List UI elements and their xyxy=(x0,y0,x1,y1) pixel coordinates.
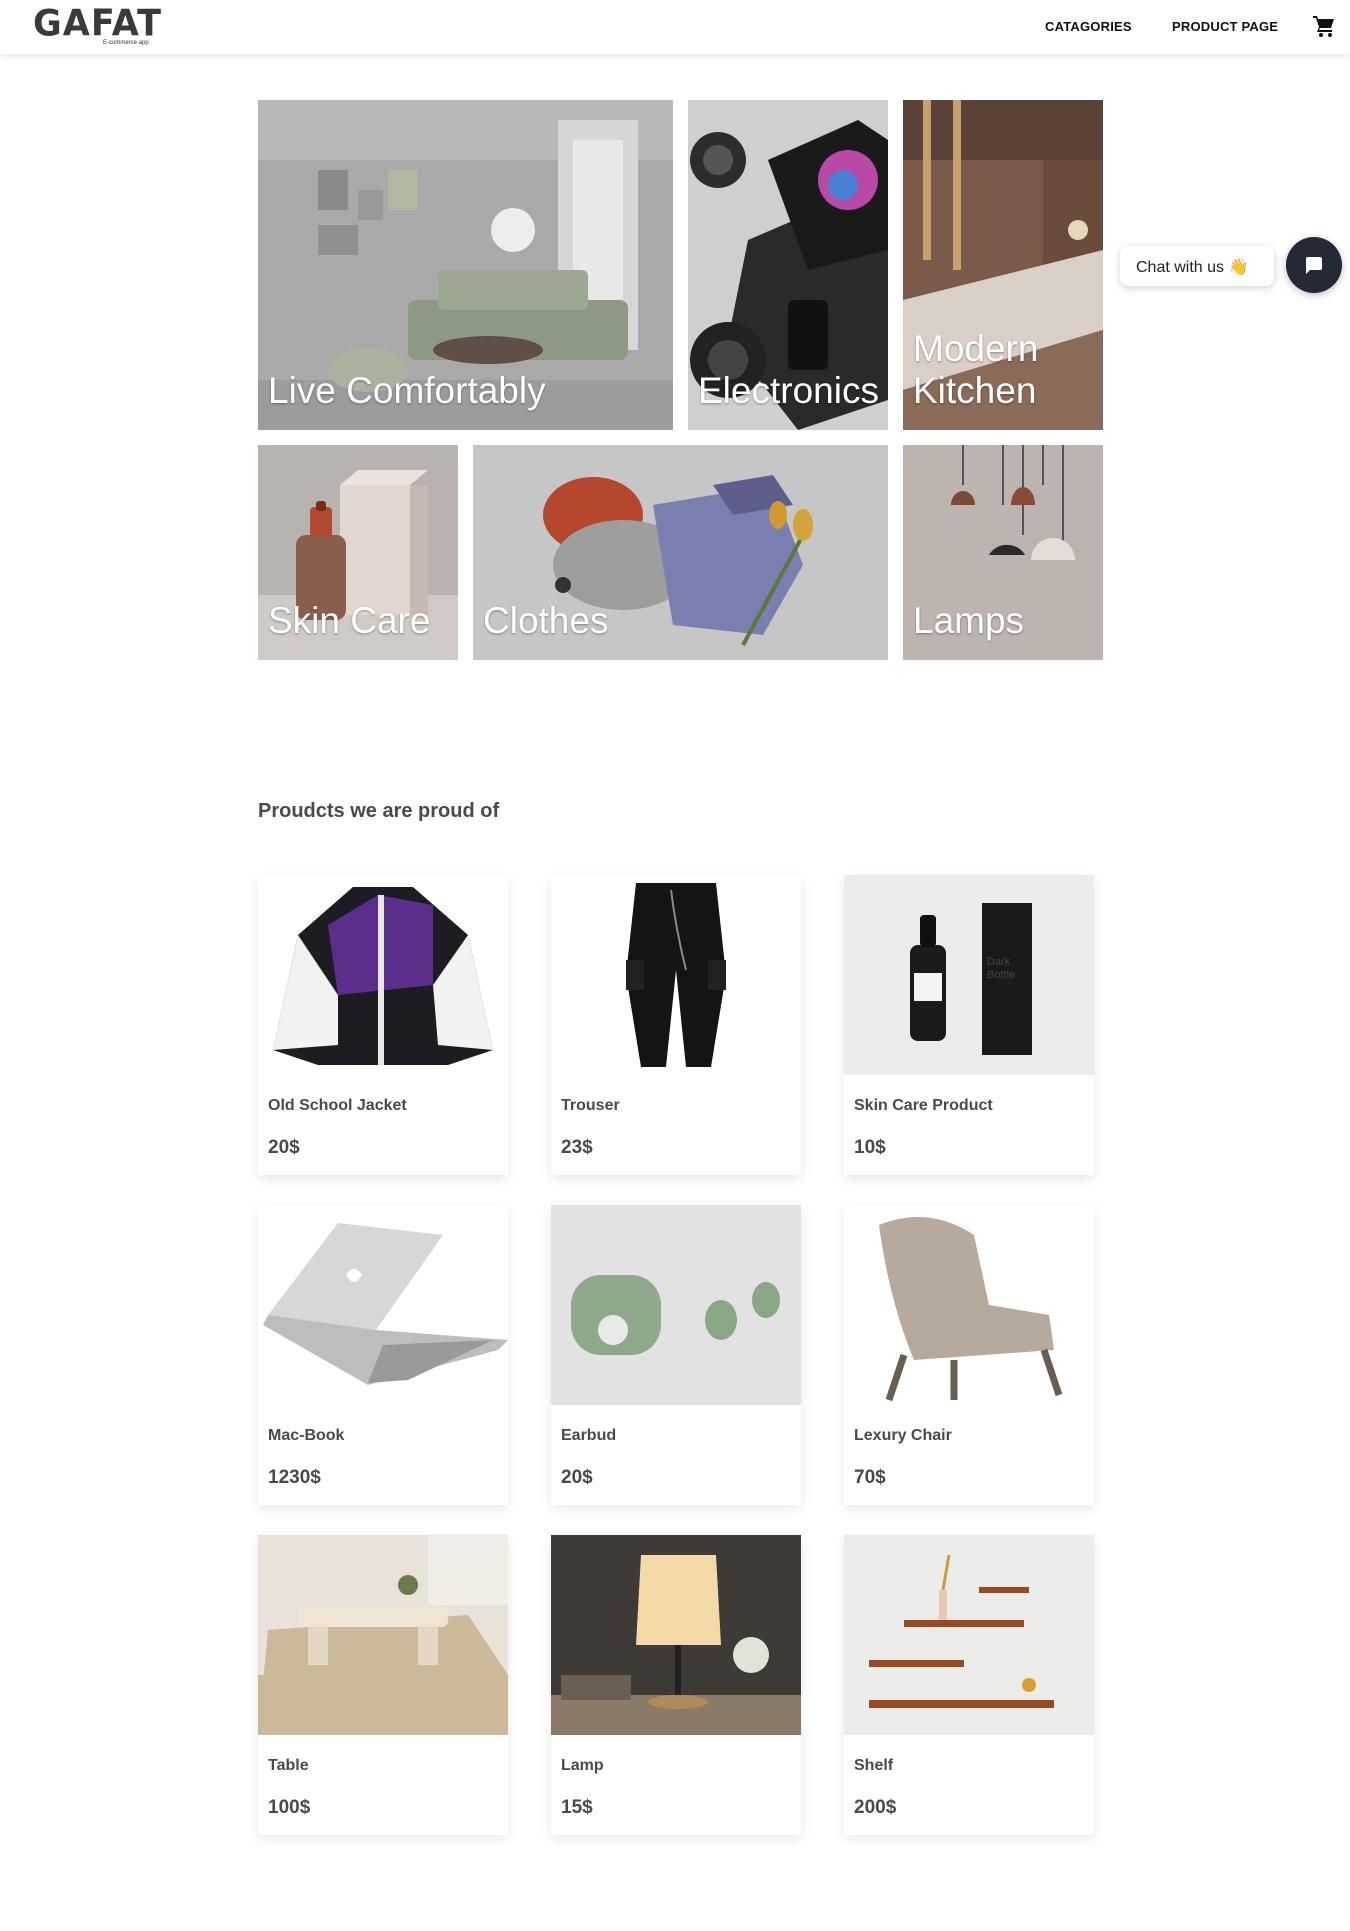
svg-text:Dark: Dark xyxy=(987,956,1011,968)
product-card[interactable]: Dark Bottle Skin Care Product 10$ xyxy=(844,875,1094,1175)
waving-hand-icon: 👋 xyxy=(1228,259,1249,276)
category-label: Lamps xyxy=(913,600,1025,641)
chat-button[interactable] xyxy=(1286,237,1342,293)
chat-label: Chat with us xyxy=(1136,259,1225,276)
category-label: Clothes xyxy=(483,600,609,641)
product-name: Lamp xyxy=(561,1757,604,1774)
product-card[interactable]: Lamp 15$ xyxy=(551,1535,801,1835)
category-label: Electronics xyxy=(698,370,879,411)
product-card[interactable]: Old School Jacket 20$ xyxy=(258,875,508,1175)
category-label: Skin Care xyxy=(268,600,431,641)
logo[interactable]: GAFAT E-commerce app xyxy=(33,3,162,46)
product-image xyxy=(258,875,508,1075)
category-tile-living[interactable]: Live Comfortably xyxy=(258,100,673,430)
category-tile-kitchen[interactable]: Modern Kitchen xyxy=(903,100,1103,430)
category-tile-skincare[interactable]: Skin Care xyxy=(258,445,458,660)
product-image xyxy=(551,1535,801,1735)
product-image xyxy=(844,1205,1094,1405)
product-price: 23$ xyxy=(561,1137,593,1158)
product-image xyxy=(258,1205,508,1405)
product-image: Dark Bottle xyxy=(844,875,1094,1075)
product-price: 1230$ xyxy=(268,1467,321,1488)
product-card[interactable]: Mac-Book 1230$ xyxy=(258,1205,508,1505)
chat-icon xyxy=(1306,257,1322,274)
product-image xyxy=(551,875,801,1075)
product-price: 100$ xyxy=(268,1797,311,1818)
product-name: Mac-Book xyxy=(268,1427,345,1444)
product-price: 15$ xyxy=(561,1797,593,1818)
product-name: Old School Jacket xyxy=(268,1097,407,1114)
nav-product-page-link[interactable]: PRODUCT PAGE xyxy=(1172,19,1278,34)
product-price: 20$ xyxy=(561,1467,593,1488)
product-price: 200$ xyxy=(854,1797,897,1818)
chat-with-us-bubble[interactable]: Chat with us 👋 xyxy=(1120,246,1274,286)
product-price: 10$ xyxy=(854,1137,886,1158)
product-name: Table xyxy=(268,1757,309,1774)
logo-subtitle: E-commerce app xyxy=(103,40,149,46)
svg-text:Bottle: Bottle xyxy=(987,969,1015,981)
top-navbar: GAFAT E-commerce app CATAGORIES PRODUCT … xyxy=(0,0,1350,54)
product-price: 70$ xyxy=(854,1467,886,1488)
product-card[interactable]: Lexury Chair 70$ xyxy=(844,1205,1094,1505)
product-image xyxy=(844,1535,1094,1735)
product-card[interactable]: Earbud 20$ xyxy=(551,1205,801,1505)
section-title: Proudcts we are proud of xyxy=(258,800,500,822)
logo-text: GAFAT xyxy=(33,3,162,46)
category-label: Live Comfortably xyxy=(268,370,546,411)
category-tile-clothes[interactable]: Clothes xyxy=(473,445,888,660)
cart-icon[interactable] xyxy=(1312,14,1336,43)
product-card[interactable]: Trouser 23$ xyxy=(551,875,801,1175)
category-tile-lamps[interactable]: Lamps xyxy=(903,445,1103,660)
product-name: Lexury Chair xyxy=(854,1427,952,1444)
product-name: Trouser xyxy=(561,1097,620,1114)
product-name: Earbud xyxy=(561,1427,617,1444)
product-name: Skin Care Product xyxy=(854,1097,993,1114)
product-price: 20$ xyxy=(268,1137,300,1158)
product-image xyxy=(551,1205,801,1405)
product-card[interactable]: Table 100$ xyxy=(258,1535,508,1835)
category-label: Modern Kitchen xyxy=(913,328,1039,411)
product-image xyxy=(258,1535,508,1735)
product-card[interactable]: Shelf 200$ xyxy=(844,1535,1094,1835)
nav-categories-link[interactable]: CATAGORIES xyxy=(1045,19,1132,34)
product-name: Shelf xyxy=(854,1757,894,1774)
category-tile-electronics[interactable]: Electronics xyxy=(688,100,888,430)
